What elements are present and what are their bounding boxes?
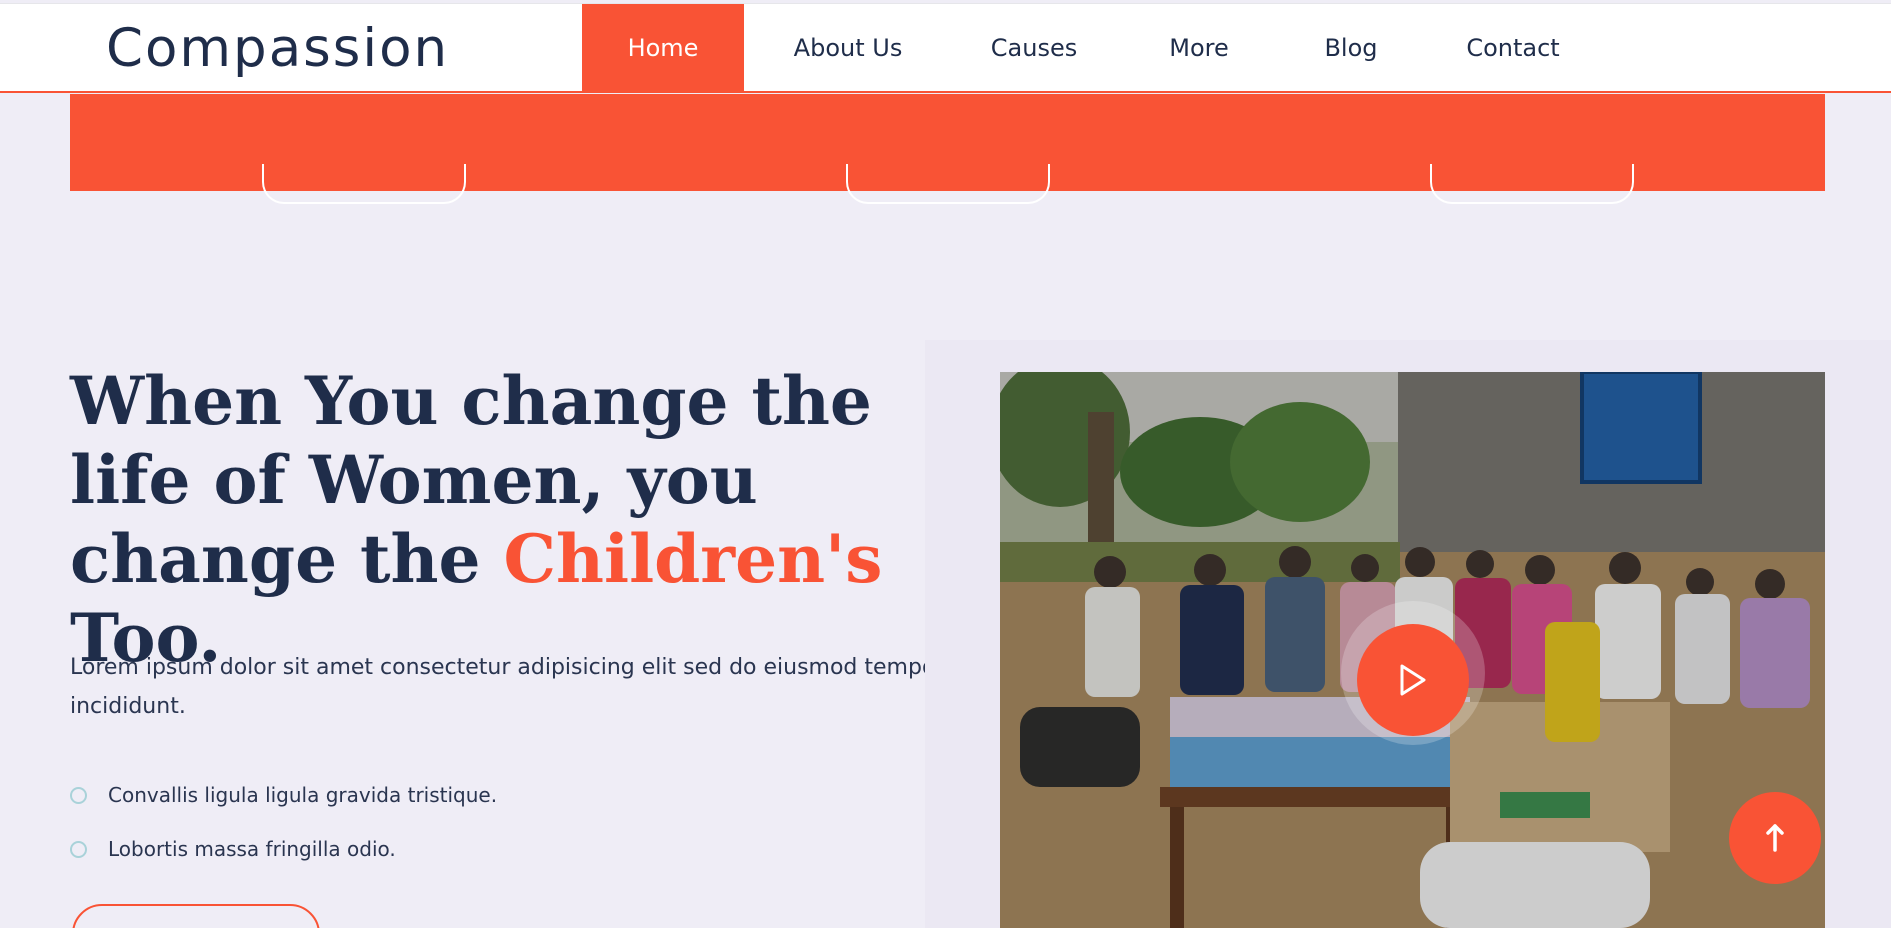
banner-button[interactable]: [846, 164, 1050, 204]
site-logo[interactable]: Compassion: [106, 18, 449, 79]
hero-headline: When You change the life of Women, you c…: [70, 362, 950, 678]
nav-item-about-us[interactable]: About Us: [744, 4, 952, 92]
feature-list: Convallis ligula ligula gravida tristiqu…: [70, 768, 497, 876]
main-nav: Home About Us Causes More Blog Contact: [582, 4, 1606, 92]
list-item: Convallis ligula ligula gravida tristiqu…: [70, 768, 497, 822]
cta-banner: [70, 94, 1825, 204]
learn-more-button[interactable]: [72, 904, 320, 928]
list-item-label: Convallis ligula ligula gravida tristiqu…: [108, 783, 498, 807]
headline-accent: Children's: [503, 520, 883, 598]
nav-item-blog[interactable]: Blog: [1282, 4, 1420, 92]
circle-icon: [70, 840, 87, 858]
play-button[interactable]: [1357, 624, 1469, 736]
arrow-up-icon: [1766, 824, 1784, 852]
nav-item-causes[interactable]: Causes: [952, 4, 1116, 92]
list-item-label: Lobortis massa fringilla odio.: [108, 837, 396, 861]
nav-item-more[interactable]: More: [1116, 4, 1282, 92]
list-item: Lobortis massa fringilla odio.: [70, 822, 497, 876]
hero-lead: Lorem ipsum dolor sit amet consectetur a…: [70, 655, 945, 719]
nav-item-contact[interactable]: Contact: [1420, 4, 1606, 92]
nav-item-home[interactable]: Home: [582, 4, 744, 92]
play-icon: [1400, 664, 1426, 696]
site-header: Compassion Home About Us Causes More Blo…: [0, 3, 1891, 93]
back-to-top-button[interactable]: [1729, 792, 1821, 884]
circle-icon: [70, 786, 87, 804]
banner-button[interactable]: [262, 164, 466, 204]
banner-button[interactable]: [1430, 164, 1634, 204]
